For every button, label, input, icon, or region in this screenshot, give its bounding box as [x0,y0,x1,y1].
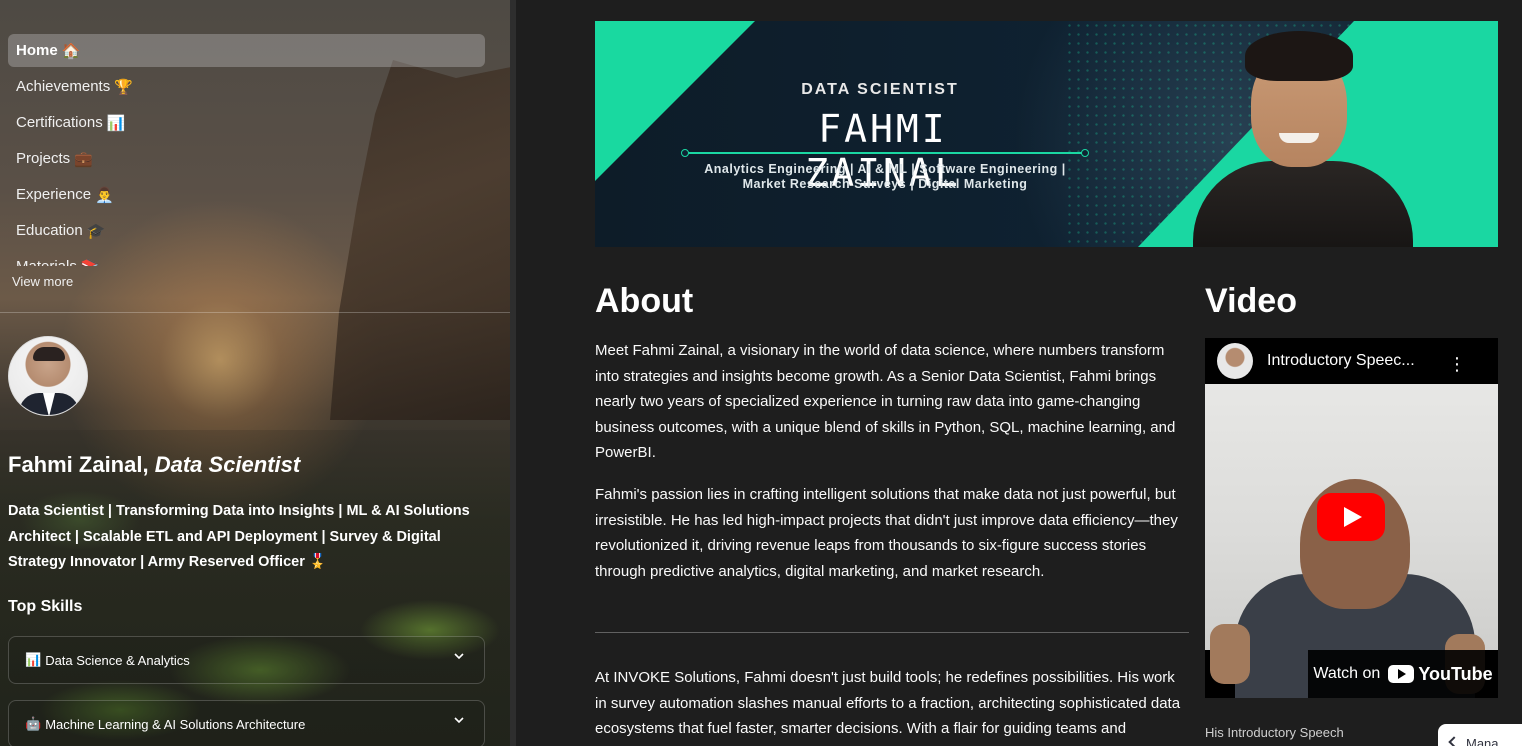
banner-accent-left [595,21,755,181]
nav-label: Home [16,42,58,59]
chevron-down-icon [454,653,464,660]
avatar [8,336,88,416]
skill-label: Machine Learning & AI Solutions Architec… [45,716,306,732]
play-button[interactable] [1317,493,1385,541]
banner-subtitle: Analytics Engineering | AI & ML | Softwa… [675,162,1095,192]
profile-banner: DATA SCIENTIST FAHMI ZAINAL Analytics En… [595,21,1498,247]
profile-tagline: Data Scientist | Transforming Data into … [8,503,470,570]
chevron-left-icon [1448,736,1460,746]
books-icon: 📚 [81,258,100,267]
nav-item-home[interactable]: Home 🏠 [8,34,485,67]
skill-expander-data-science[interactable]: 📊 Data Science & Analytics [8,636,485,684]
video-hand-left [1210,624,1250,684]
office-worker-icon: 👨‍💼 [95,186,114,204]
youtube-wordmark: YouTube [1418,663,1493,684]
house-icon: 🏠 [61,42,81,60]
banner-subtitle-line: Market Research Surveys | Digital Market… [742,177,1028,191]
profile-name: Fahmi Zainal, Data Scientist [8,452,300,478]
about-paragraph: At INVOKE Solutions, Fahmi doesn't just … [595,669,1181,737]
avatar-hair [33,347,65,361]
bar-chart-icon: 📊 [25,652,42,667]
youtube-play-icon [1388,665,1415,683]
banner-portrait [1193,21,1413,247]
bar-chart-icon: 📊 [106,114,126,132]
banner-underline [681,149,1089,157]
banner-role: DATA SCIENTIST [801,81,959,98]
profile-role: Data Scientist [154,452,301,477]
nav-label: Achievements [16,78,111,95]
about-paragraph: Fahmi's passion lies in crafting intelli… [595,486,1178,580]
sidebar-divider [0,312,510,313]
briefcase-icon: 💼 [74,150,93,168]
skill-expander-ml-ai[interactable]: 🤖 Machine Learning & AI Solutions Archit… [8,700,485,746]
about-paragraph: Meet Fahmi Zainal, a visionary in the wo… [595,342,1176,461]
portrait-hair [1245,31,1353,81]
about-heading: About [595,282,694,320]
chevron-down-icon [454,717,464,724]
view-more-button[interactable]: View more [12,274,73,289]
video-caption: His Introductory Speech [1205,725,1344,740]
portrait-body [1193,161,1413,247]
top-skills-heading: Top Skills [8,598,83,615]
watch-on-youtube-button[interactable]: Watch on YouTube [1308,650,1498,698]
sidebar: Home 🏠 Achievements 🏆 Certifications 📊 Proj… [0,0,510,746]
manage-label: Mana [1466,736,1499,746]
youtube-embed[interactable]: Introductory Speec... ⋮ Watch on YouTube [1205,338,1498,698]
nav-item-certifications[interactable]: Certifications 📊 [8,106,485,139]
watch-on-label: Watch on [1313,665,1381,682]
nav-item-materials[interactable]: Materials 📚 [8,250,485,266]
nav-label: Certifications [16,114,103,131]
nav-label: Projects [16,150,71,167]
video-heading: Video [1205,282,1297,320]
video-title[interactable]: Introductory Speec... [1267,352,1415,370]
portrait-smile [1279,133,1319,143]
nav-label: Materials [16,258,77,266]
graduation-cap-icon: 🎓 [86,222,106,240]
nav-item-achievements[interactable]: Achievements 🏆 [8,70,485,103]
nav-label: Experience [16,186,92,203]
nav-item-experience[interactable]: Experience 👨‍💼 [8,178,485,211]
skill-label: Data Science & Analytics [45,652,190,668]
nav-label: Education [16,222,83,239]
channel-avatar[interactable] [1217,343,1253,379]
banner-subtitle-line: Analytics Engineering | AI & ML | Softwa… [704,162,1066,176]
youtube-logo-icon: YouTube [1388,663,1493,685]
section-divider [595,632,1189,633]
sidebar-resize-handle[interactable] [510,0,516,746]
nav-item-education[interactable]: Education 🎓 [8,214,485,247]
nav-item-projects[interactable]: Projects 💼 [8,142,485,175]
more-options-icon[interactable]: ⋮ [1448,355,1466,373]
robot-icon: 🤖 [25,716,42,731]
trophy-icon: 🏆 [114,78,133,96]
manage-app-button[interactable]: Mana [1438,724,1522,746]
sidebar-nav: Home 🏠 Achievements 🏆 Certifications 📊 Proj… [8,34,485,266]
profile-name-text: Fahmi Zainal, [8,452,149,477]
